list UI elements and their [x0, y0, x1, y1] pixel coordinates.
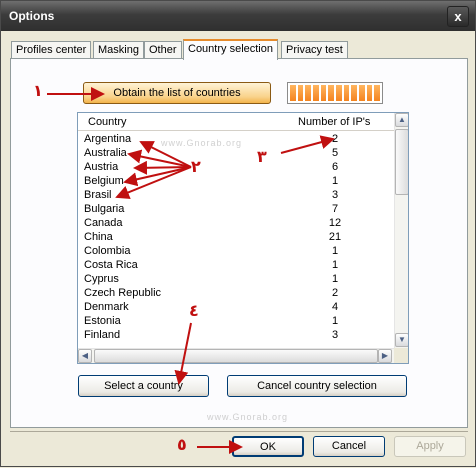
country-name: Estonia [84, 315, 121, 327]
watermark-text: www.Gnorab.org [207, 412, 289, 422]
cancel-country-selection-button[interactable]: Cancel country selection [227, 375, 407, 397]
ip-count: 21 [328, 231, 342, 243]
country-name: Argentina [84, 133, 132, 145]
ip-count: 1 [331, 273, 339, 285]
ip-count: 1 [331, 315, 339, 327]
column-header-country[interactable]: Country [88, 116, 127, 128]
title-bar[interactable]: Options x [1, 1, 475, 31]
list-item[interactable]: Belgium 1 [78, 175, 394, 189]
select-country-button[interactable]: Select a country [78, 375, 209, 397]
country-name: Austria [84, 161, 119, 173]
tab-profiles-center[interactable]: Profiles center [11, 41, 92, 59]
ip-count: 12 [328, 217, 342, 229]
list-item[interactable]: Austria 6 [78, 161, 394, 175]
progress-segment [374, 85, 381, 101]
country-name: Czech Republic [84, 287, 162, 299]
annotation-number-3: ٣ [257, 147, 267, 166]
cancel-button[interactable]: Cancel [313, 436, 385, 457]
tab-privacy-test[interactable]: Privacy test [281, 41, 348, 59]
list-body: Argentina 2 Australia 5 Austria 6 Belgium 1 Bras… [78, 133, 394, 348]
progress-segment [290, 85, 296, 101]
ip-count: 3 [331, 329, 339, 341]
country-name: Bulgaria [84, 203, 125, 215]
country-name: Finland [84, 329, 121, 341]
list-item[interactable]: Brasil 3 [78, 189, 394, 203]
column-header-ip-count[interactable]: Number of IP's [298, 116, 370, 128]
country-name: Canada [84, 217, 123, 229]
chevron-left-icon: ◀ [81, 351, 89, 360]
list-item[interactable]: Colombia 1 [78, 245, 394, 259]
tab-other[interactable]: Other [144, 41, 182, 59]
list-item[interactable]: Bulgaria 7 [78, 203, 394, 217]
country-name: China [84, 231, 113, 243]
chevron-down-icon: ▼ [398, 335, 406, 344]
progress-segment [328, 85, 335, 101]
chevron-right-icon: ▶ [381, 351, 389, 360]
country-name: Belgium [84, 175, 124, 187]
ip-count: 1 [331, 175, 339, 187]
ip-count: 1 [331, 259, 339, 271]
chevron-up-icon: ▲ [398, 115, 406, 124]
window-title: Options [9, 9, 55, 23]
apply-button[interactable]: Apply [394, 436, 466, 457]
list-item[interactable]: Finland 3 [78, 329, 394, 343]
ip-count: 6 [331, 161, 339, 173]
progress-segment [336, 85, 342, 101]
country-name: Cyprus [84, 273, 119, 285]
country-name: Denmark [84, 301, 129, 313]
options-window: Options x Profiles center Masking Other … [0, 0, 476, 467]
close-icon: x [454, 9, 462, 24]
scroll-up-button[interactable]: ▲ [395, 113, 408, 127]
scroll-left-button[interactable]: ◀ [78, 349, 92, 363]
obtain-countries-button[interactable]: Obtain the list of countries [83, 82, 271, 104]
ip-count: 3 [331, 189, 339, 201]
progress-segment [359, 85, 365, 101]
close-button[interactable]: x [447, 6, 469, 27]
list-item[interactable]: Costa Rica 1 [78, 259, 394, 273]
list-item[interactable]: Denmark 4 [78, 301, 394, 315]
ip-count: 7 [331, 203, 339, 215]
scrollbar-corner [394, 348, 408, 363]
ip-count: 4 [331, 301, 339, 313]
ip-count: 5 [331, 147, 339, 159]
list-item[interactable]: Australia 5 [78, 147, 394, 161]
vertical-scrollbar[interactable]: ▲ ▼ [394, 113, 408, 348]
footer-divider [10, 431, 468, 432]
country-list[interactable]: Country Number of IP's Argentina 2 Austral… [77, 112, 409, 364]
tab-country-selection[interactable]: Country selection [183, 39, 278, 60]
progress-segment [313, 85, 319, 101]
progress-segment [320, 85, 327, 101]
progress-bar [287, 82, 383, 104]
annotation-number-4: ٤ [189, 301, 199, 320]
annotation-number-1: ١ [33, 81, 43, 100]
ip-count: 2 [331, 133, 339, 145]
country-name: Brasil [84, 189, 112, 201]
annotation-number-2: ٢ [191, 157, 201, 176]
country-name: Costa Rica [84, 259, 138, 271]
progress-segment [305, 85, 312, 101]
progress-segment [297, 85, 304, 101]
horizontal-scrollbar[interactable]: ◀ ▶ [78, 348, 394, 363]
vertical-scroll-thumb[interactable] [395, 129, 408, 195]
scroll-right-button[interactable]: ▶ [378, 349, 392, 363]
ip-count: 2 [331, 287, 339, 299]
country-name: Colombia [84, 245, 131, 257]
ok-button[interactable]: OK [232, 436, 304, 457]
ip-count: 1 [331, 245, 339, 257]
country-name: Australia [84, 147, 127, 159]
list-item[interactable]: China 21 [78, 231, 394, 245]
progress-segment [366, 85, 373, 101]
scroll-down-button[interactable]: ▼ [395, 333, 408, 347]
annotation-number-5: ٥ [177, 435, 187, 454]
list-item[interactable]: Cyprus 1 [78, 273, 394, 287]
progress-segment [351, 85, 358, 101]
watermark-text: www.Gnorab.org [161, 138, 243, 148]
list-item[interactable]: Canada 12 [78, 217, 394, 231]
list-item[interactable]: Estonia 1 [78, 315, 394, 329]
tab-masking[interactable]: Masking [93, 41, 144, 59]
progress-segment [343, 85, 350, 101]
list-header: Country Number of IP's [78, 113, 394, 131]
list-item[interactable]: Czech Republic 2 [78, 287, 394, 301]
horizontal-scroll-thumb[interactable] [94, 349, 378, 363]
